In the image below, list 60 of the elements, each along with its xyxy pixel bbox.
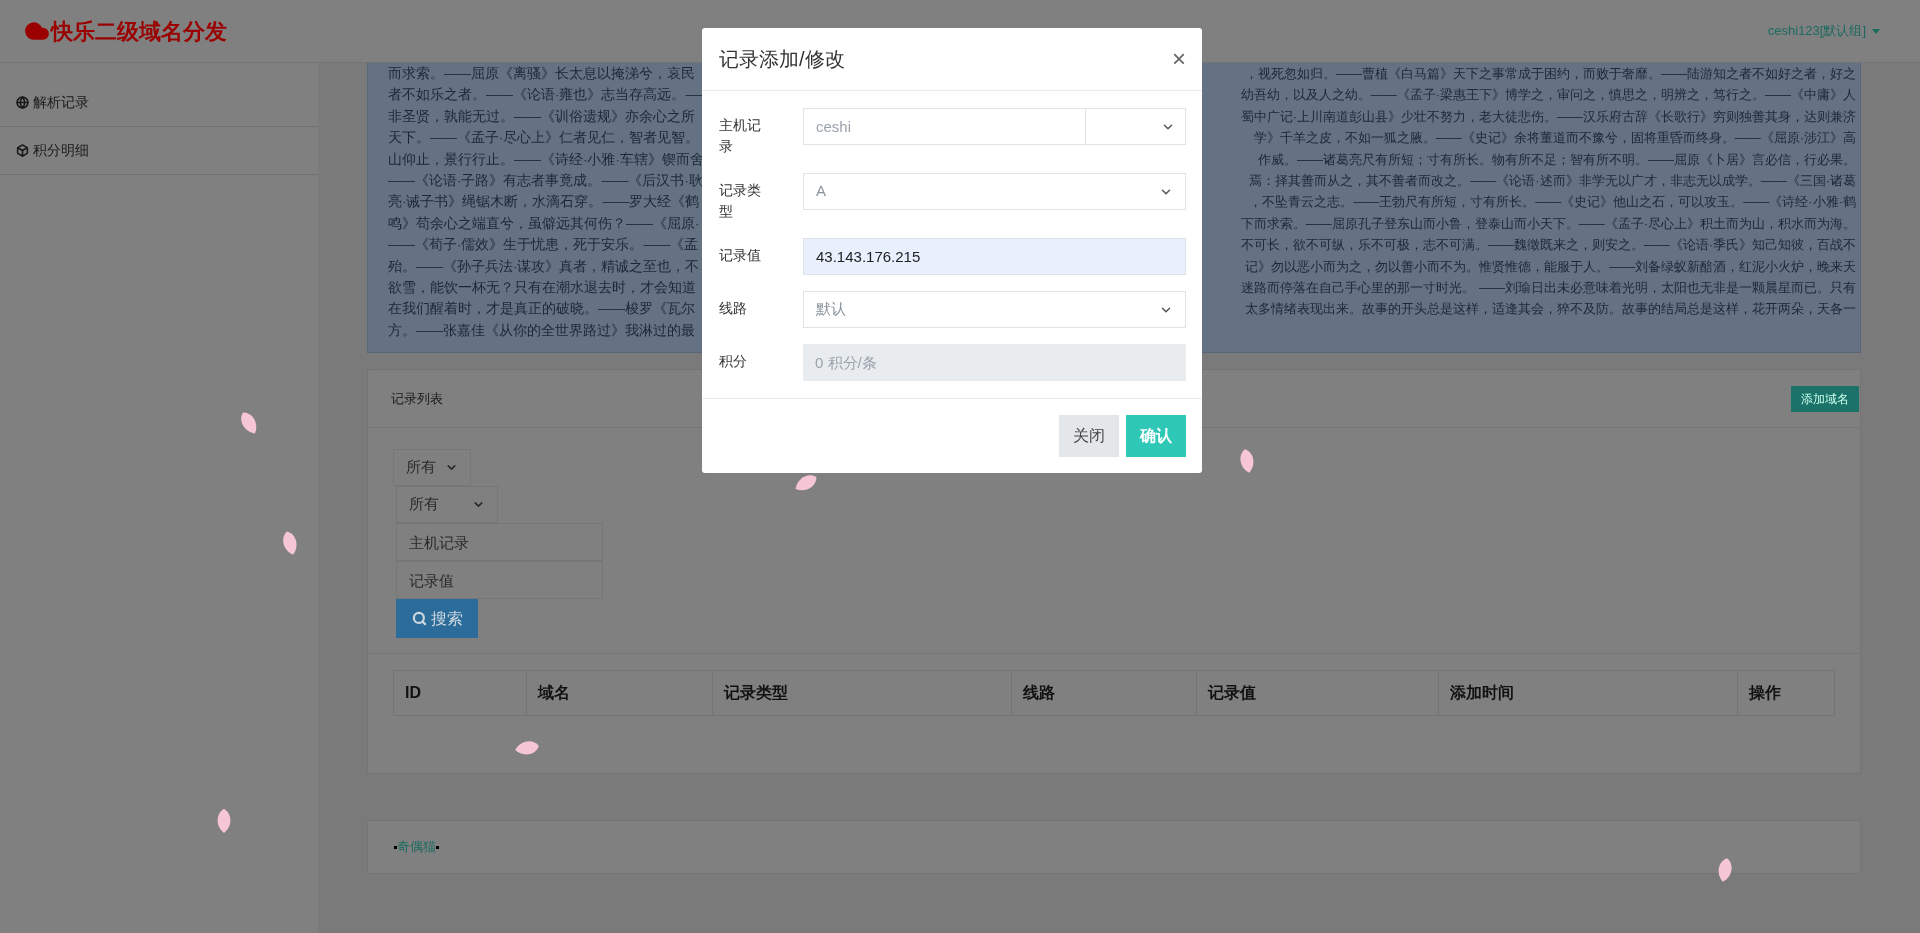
filter-select[interactable]: 所有 [393, 449, 471, 486]
card-title: 记录列表 [391, 389, 443, 408]
bullet-icon [436, 845, 439, 849]
quote-text: 殆。——《孙子兵法·谋攻》真者，精诚之至也，不 [388, 257, 700, 276]
field-label: 记录值 [719, 246, 762, 265]
cube-icon [16, 144, 29, 157]
column-header: 域名 [527, 671, 713, 715]
select-field[interactable]: A [803, 173, 1186, 210]
select-field[interactable]: 默认 [803, 291, 1186, 328]
column-header: ID [394, 671, 527, 715]
search-icon [411, 611, 427, 626]
column-header: 记录类型 [713, 671, 1012, 715]
quote-text: ——《论语·子路》有志者事竟成。——《后汉书·耿 [388, 172, 703, 191]
quote-text: 欲雪，能饮一杯无？只有在潮水退去时，才会知道 [388, 279, 696, 298]
sidebar-item[interactable]: 积分明细 [0, 127, 318, 175]
caret-icon [1872, 28, 1880, 34]
globe-icon [16, 96, 29, 109]
petal-icon [215, 808, 233, 834]
dialog-title: 记录添加/修改 [719, 47, 845, 72]
quote-text: 鸣》苟余心之端直兮，虽僻远其何伤？——《屈原· [388, 214, 700, 233]
column-header: 记录值 [1197, 671, 1439, 715]
quote-text: 作威。——诸葛亮尺有所短；寸有所长。物有所不足；智有所不明。——屈原《卜居》言必信，行必果。 [1258, 150, 1856, 169]
column-header: 操作 [1747, 683, 1782, 703]
field-label: 主机记录 [719, 116, 762, 156]
quote-text: ，视死忽如归。——曹植《白马篇》天下之事常成于困约，而败于奢靡。——陆游知之者不如好之者，好之 [1245, 65, 1856, 83]
quote-text: 山仰止，景行行止。——《诗经·小雅·车辖》锲而舍 [388, 150, 704, 169]
quote-text: 焉：择其善而从之，其不善者而改之。——《论语·述而》非学无以广才，非志无以成学。——《三国·诸葛 [1249, 172, 1856, 191]
filter-select[interactable]: 所有 [396, 486, 498, 523]
quote-text: 而求索。——屈原《离骚》长太息以掩涕兮，哀民 [388, 65, 695, 83]
search-button[interactable]: 搜索 [396, 599, 478, 638]
add-domain-button[interactable]: 添加域名 [1791, 385, 1859, 412]
filter-field[interactable]: 记录值 [396, 561, 603, 599]
site-logo[interactable]: 快乐二级域名分发 [51, 14, 227, 48]
field-label: 线路 [719, 299, 748, 318]
quote-text: 方。——张嘉佳《从你的全世界路过》我淋过的最 [388, 321, 695, 340]
quote-text: 天下。——《孟子·尽心上》仁者见仁，智者见智。 [388, 129, 700, 148]
column-header: 线路 [1012, 671, 1197, 715]
quote-text: 亮·诫子书》绳锯木断，水滴石穿。——罗大经《鹤 [388, 193, 700, 212]
cancel-button[interactable]: 关闭 [1059, 415, 1119, 457]
quote-text: ——《荀子·儒效》生于忧患，死于安乐。——《孟 [388, 236, 699, 255]
field-label: 积分 [719, 352, 748, 371]
field-label: 记录类型 [719, 181, 762, 221]
quote-text: 蜀中广记·上川南道彭山县》少壮不努力，老大徒悲伤。——汉乐府古辞《长歌行》穷则独善其身，达则兼济 [1240, 107, 1856, 126]
quote-text: 下而求索。——屈原孔子登东山而小鲁，登泰山而小天下。——《孟子·尽心上》积土而为山，积水而为海。 [1240, 214, 1856, 233]
quote-text: 在我们醒着时，才是真正的破晓。——梭罗《瓦尔 [388, 300, 695, 319]
confirm-button[interactable]: 确认 [1126, 415, 1186, 457]
quote-text: 幼吾幼，以及人之幼。——《孟子·梁惠王下》博学之，审问之，慎思之，明辨之，笃行之。——《中庸》人 [1240, 86, 1856, 105]
points-field: 0 积分/条 [803, 344, 1186, 381]
record-value-field[interactable]: 43.143.176.215 [803, 238, 1186, 275]
quote-text: 记》勿以恶小而为之，勿以善小而不为。惟贤惟德，能服于人。——刘备绿蚁新醅酒，红泥小火炉，晚来天 [1245, 257, 1856, 276]
host-record-field[interactable]: ceshi [803, 108, 1086, 145]
quote-text: 非圣贤，孰能无过。——《训俗遗规》亦余心之所 [388, 107, 695, 126]
filter-field[interactable]: 主机记录 [396, 523, 603, 561]
domain-select[interactable] [1086, 108, 1186, 145]
bullet-icon [394, 845, 397, 849]
quote-text: ，不坠青云之志。——王勃尺有所短，寸有所长。——《史记》他山之石，可以攻玉。——《诗经·小雅·鹤 [1249, 193, 1856, 212]
sidebar-item[interactable]: 解析记录 [0, 79, 318, 127]
quote-text: 不可长，欲不可纵，乐不可极，志不可满。——魏徵既来之，则安之。——《论语·季氏》知己知彼，百战不 [1240, 236, 1856, 255]
column-header: 添加时间 [1439, 671, 1738, 715]
close-button[interactable]: × [1172, 47, 1186, 71]
